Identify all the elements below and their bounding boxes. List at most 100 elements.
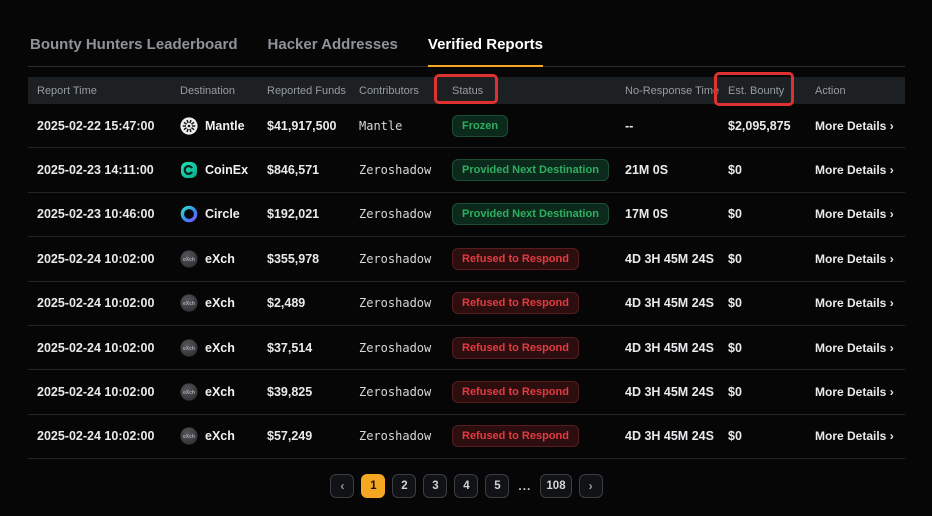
more-details-link[interactable]: More Details › — [815, 119, 894, 133]
status-cell: Refused to Respond — [443, 337, 616, 359]
pagination-prev-button[interactable]: ‹ — [330, 474, 354, 498]
no-response-time-cell: -- — [616, 119, 719, 133]
status-badge: Provided Next Destination — [452, 159, 609, 181]
no-response-time-cell: 4D 3H 45M 24S — [616, 341, 719, 355]
table-row: 2025-02-23 10:46:00 Circle $192,021Zerosha… — [28, 193, 905, 237]
pagination-page-3[interactable]: 3 — [423, 474, 447, 498]
report-time-cell: 2025-02-24 10:02:00 — [28, 252, 171, 266]
mantle-icon — [180, 117, 198, 135]
more-details-link[interactable]: More Details › — [815, 252, 894, 266]
status-cell: Provided Next Destination — [443, 203, 616, 225]
report-time-cell: 2025-02-23 10:46:00 — [28, 207, 171, 221]
reported-funds-cell: $57,249 — [258, 429, 350, 443]
pagination-next-button[interactable]: › — [579, 474, 603, 498]
action-cell: More Details › — [806, 161, 905, 179]
reports-table: Report TimeDestinationReported FundsCont… — [28, 77, 905, 459]
more-details-link[interactable]: More Details › — [815, 341, 894, 355]
pagination-page-4[interactable]: 4 — [454, 474, 478, 498]
pagination-page-2[interactable]: 2 — [392, 474, 416, 498]
no-response-time-cell: 4D 3H 45M 24S — [616, 385, 719, 399]
est-bounty-cell: $0 — [719, 252, 806, 266]
report-time-cell: 2025-02-23 14:11:00 — [28, 163, 171, 177]
reported-funds-cell: $37,514 — [258, 341, 350, 355]
status-cell: Provided Next Destination — [443, 159, 616, 181]
report-time-cell: 2025-02-24 10:02:00 — [28, 341, 171, 355]
pagination: ‹12345...108› — [28, 474, 905, 498]
pagination-page-108[interactable]: 108 — [540, 474, 571, 498]
destination-label: Circle — [205, 207, 240, 221]
svg-text:eXch: eXch — [183, 301, 195, 307]
action-cell: More Details › — [806, 383, 905, 401]
tab-verified-reports[interactable]: Verified Reports — [428, 36, 543, 53]
status-cell: Refused to Respond — [443, 248, 616, 270]
report-time-cell: 2025-02-24 10:02:00 — [28, 429, 171, 443]
destination-cell: eXcheXch — [171, 294, 258, 312]
contributors-cell: Zeroshadow — [350, 341, 443, 355]
report-time-cell: 2025-02-24 10:02:00 — [28, 296, 171, 310]
no-response-time-cell: 17M 0S — [616, 207, 719, 221]
status-cell: Refused to Respond — [443, 381, 616, 403]
status-cell: Refused to Respond — [443, 292, 616, 314]
svg-text:eXch: eXch — [183, 390, 195, 396]
exch-icon: eXch — [180, 427, 198, 445]
action-cell: More Details › — [806, 339, 905, 357]
more-details-link[interactable]: More Details › — [815, 296, 894, 310]
action-cell: More Details › — [806, 427, 905, 445]
action-cell: More Details › — [806, 294, 905, 312]
destination-label: CoinEx — [205, 163, 248, 177]
est-bounty-cell: $0 — [719, 296, 806, 310]
destination-cell: CoinEx — [171, 161, 258, 179]
report-time-cell: 2025-02-22 15:47:00 — [28, 119, 171, 133]
contributors-cell: Zeroshadow — [350, 296, 443, 310]
contributors-cell: Zeroshadow — [350, 252, 443, 266]
table-row: 2025-02-23 14:11:00CoinEx$846,571Zerosha… — [28, 148, 905, 192]
no-response-time-cell: 4D 3H 45M 24S — [616, 252, 719, 266]
reported-funds-cell: $41,917,500 — [258, 119, 350, 133]
destination-cell: Mantle — [171, 117, 258, 135]
column-header-status: Status — [443, 85, 616, 97]
pagination-page-1[interactable]: 1 — [361, 474, 385, 498]
column-header-no-response-time: No-Response Time — [616, 85, 719, 97]
est-bounty-cell: $0 — [719, 163, 806, 177]
status-badge: Refused to Respond — [452, 292, 579, 314]
table-row: 2025-02-24 10:02:00 eXch eXch $37,514Zerosh… — [28, 326, 905, 370]
action-cell: More Details › — [806, 205, 905, 223]
exch-icon: eXch — [180, 383, 198, 401]
exch-icon: eXch — [180, 294, 198, 312]
action-cell: More Details › — [806, 250, 905, 268]
more-details-link[interactable]: More Details › — [815, 207, 894, 221]
no-response-time-cell: 4D 3H 45M 24S — [616, 429, 719, 443]
contributors-cell: Zeroshadow — [350, 207, 443, 221]
tab-hacker-addresses[interactable]: Hacker Addresses — [268, 36, 398, 53]
contributors-cell: Zeroshadow — [350, 163, 443, 177]
verified-reports-page: Bounty Hunters Leaderboard Hacker Address… — [0, 0, 932, 516]
svg-text:eXch: eXch — [183, 434, 195, 440]
table-row: 2025-02-24 10:02:00eXcheXch$2,489Zerosha… — [28, 282, 905, 326]
destination-cell: eXch eXch — [171, 427, 258, 445]
circle-icon — [180, 205, 198, 223]
est-bounty-cell: $2,095,875 — [719, 119, 806, 133]
status-badge: Refused to Respond — [452, 381, 579, 403]
more-details-link[interactable]: More Details › — [815, 429, 894, 443]
destination-label: eXch — [205, 341, 235, 355]
destination-cell: eXch eXch — [171, 383, 258, 401]
column-header-report-time: Report Time — [28, 85, 171, 97]
column-header-destination: Destination — [171, 85, 258, 97]
more-details-link[interactable]: More Details › — [815, 385, 894, 399]
destination-label: eXch — [205, 385, 235, 399]
exch-icon: eXch — [180, 339, 198, 357]
tab-bounty-hunters-leaderboard[interactable]: Bounty Hunters Leaderboard — [30, 36, 238, 53]
status-cell: Frozen — [443, 115, 616, 137]
coinex-icon — [180, 161, 198, 179]
column-header-est-bounty: Est. Bounty — [719, 85, 806, 97]
status-badge: Refused to Respond — [452, 425, 579, 447]
no-response-time-cell: 4D 3H 45M 24S — [616, 296, 719, 310]
pagination-page-5[interactable]: 5 — [485, 474, 509, 498]
status-badge: Refused to Respond — [452, 337, 579, 359]
est-bounty-cell: $0 — [719, 429, 806, 443]
destination-label: eXch — [205, 429, 235, 443]
reported-funds-cell: $192,021 — [258, 207, 350, 221]
destination-label: eXch — [205, 252, 235, 266]
more-details-link[interactable]: More Details › — [815, 163, 894, 177]
no-response-time-cell: 21M 0S — [616, 163, 719, 177]
